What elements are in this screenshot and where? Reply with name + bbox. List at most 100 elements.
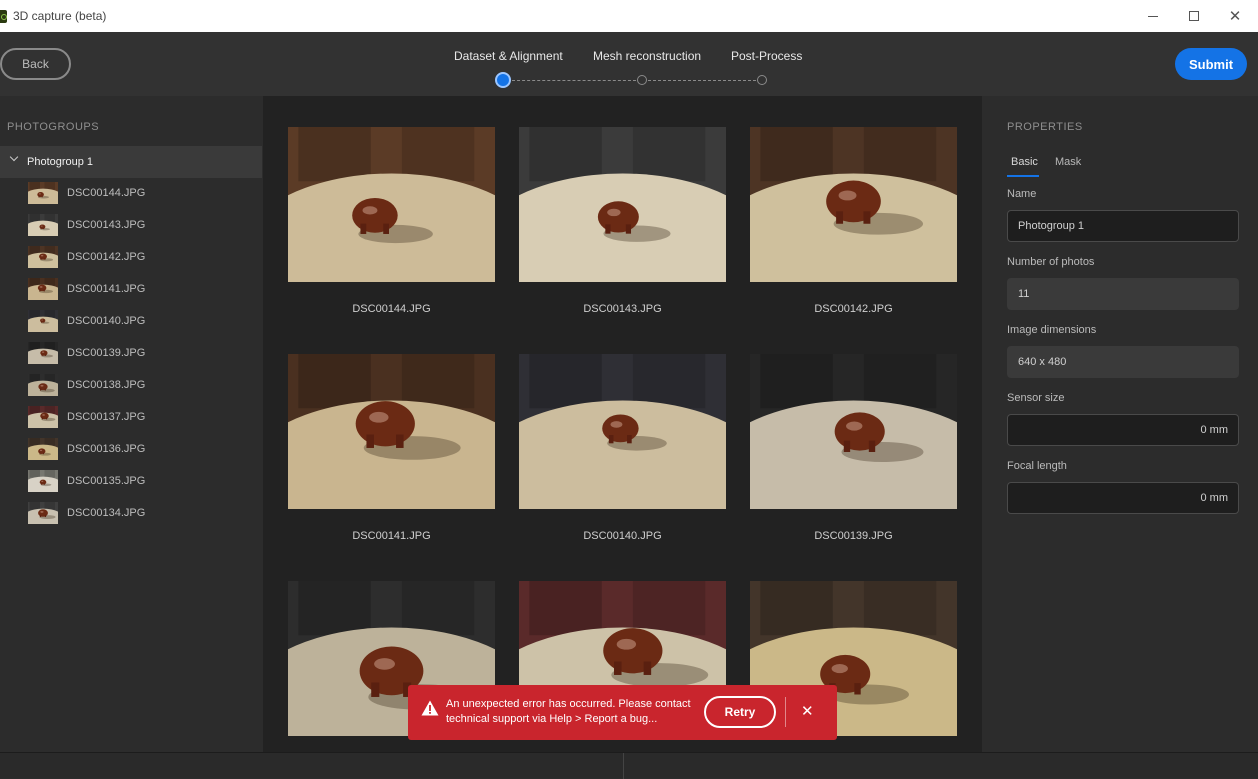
step-connector (512, 80, 636, 81)
photo-caption: DSC00140.JPG (583, 530, 662, 542)
maximize-icon (1189, 11, 1199, 21)
close-icon: ✕ (1228, 8, 1242, 25)
step-connector (648, 80, 756, 81)
photo-caption: DSC00144.JPG (352, 303, 431, 315)
file-name: DSC00138.JPG (67, 379, 146, 391)
photo-image (519, 354, 726, 509)
photo-image (288, 127, 495, 282)
file-list-item[interactable]: DSC00139.JPG (0, 338, 262, 370)
image-dimensions-label: Image dimensions (1007, 324, 1097, 336)
file-list-item[interactable]: DSC00136.JPG (0, 434, 262, 466)
photogroup-label: Photogroup 1 (27, 156, 94, 168)
file-name: DSC00143.JPG (67, 219, 146, 231)
wizard-header: Back Dataset & Alignment Mesh reconstruc… (0, 32, 1258, 96)
file-list-item[interactable]: DSC00138.JPG (0, 370, 262, 402)
file-list-item[interactable]: DSC00140.JPG (0, 306, 262, 338)
submit-button[interactable]: Submit (1175, 48, 1247, 80)
photo-caption: DSC00139.JPG (814, 530, 893, 542)
warning-icon (421, 700, 439, 716)
photogroup-row[interactable]: Photogroup 1 (0, 146, 262, 178)
maximize-button[interactable] (1171, 0, 1217, 32)
step-indicator (757, 75, 767, 85)
focal-length-field[interactable]: 0 mm (1007, 482, 1239, 514)
file-name: DSC00144.JPG (67, 187, 146, 199)
file-name: DSC00137.JPG (67, 411, 146, 423)
tab-mask[interactable]: Mask (1055, 156, 1081, 168)
step-mesh-reconstruction[interactable]: Mesh reconstruction (593, 49, 701, 63)
file-list-item[interactable]: DSC00135.JPG (0, 466, 262, 498)
file-list-item[interactable]: DSC00143.JPG (0, 210, 262, 242)
step-post-process[interactable]: Post-Process (731, 49, 802, 63)
sensor-size-field[interactable]: 0 mm (1007, 414, 1239, 446)
file-list-item[interactable]: DSC00134.JPG (0, 498, 262, 530)
name-field[interactable]: Photogroup 1 (1007, 210, 1239, 242)
photo-card[interactable]: DSC00142.JPG (750, 127, 957, 315)
step-indicator (637, 75, 647, 85)
window-title: 3D capture (beta) (13, 9, 107, 23)
step-dataset-alignment[interactable]: Dataset & Alignment (454, 49, 563, 63)
error-toast: An unexpected error has occurred. Please… (408, 685, 837, 740)
close-window-button[interactable]: ✕ (1212, 0, 1258, 32)
number-of-photos-label: Number of photos (1007, 256, 1095, 268)
photo-card[interactable]: DSC00144.JPG (288, 127, 495, 315)
image-dimensions-value: 640 x 480 (1007, 346, 1239, 378)
properties-panel: PROPERTIES Basic Mask Name Photogroup 1 … (983, 96, 1258, 752)
retry-button[interactable]: Retry (704, 696, 776, 728)
photogroups-heading: PHOTOGROUPS (7, 121, 100, 133)
photo-caption: DSC00142.JPG (814, 303, 893, 315)
step-indicator-active (495, 72, 511, 88)
file-name: DSC00136.JPG (67, 443, 146, 455)
file-name: DSC00134.JPG (67, 507, 146, 519)
photo-thumbnail (28, 342, 58, 364)
photo-thumbnail (28, 470, 58, 492)
photo-image (750, 354, 957, 509)
photo-thumbnail (28, 310, 58, 332)
photo-card[interactable]: DSC00143.JPG (519, 127, 726, 315)
file-name: DSC00135.JPG (67, 475, 146, 487)
minimize-button[interactable] (1130, 0, 1176, 32)
file-name: DSC00141.JPG (67, 283, 146, 295)
chevron-down-icon[interactable] (10, 154, 18, 162)
photo-thumbnail (28, 438, 58, 460)
photo-thumbnail (28, 374, 58, 396)
file-list-item[interactable]: DSC00137.JPG (0, 402, 262, 434)
back-button[interactable]: Back (0, 48, 71, 80)
photo-image (288, 354, 495, 509)
status-divider (623, 753, 624, 779)
photo-grid: DSC00144.JPG DSC00143.JPG DSC00142.JPG D… (263, 96, 982, 752)
photo-card[interactable]: DSC00139.JPG (750, 354, 957, 542)
properties-heading: PROPERTIES (1007, 121, 1083, 133)
error-message: An unexpected error has occurred. Please… (446, 698, 691, 725)
photo-thumbnail (28, 214, 58, 236)
photo-thumbnail (28, 278, 58, 300)
active-tab-indicator (1007, 175, 1039, 177)
file-list-item[interactable]: DSC00144.JPG (0, 178, 262, 210)
close-toast-icon[interactable]: ✕ (801, 702, 814, 720)
photo-card[interactable]: DSC00141.JPG (288, 354, 495, 542)
photo-thumbnail (28, 502, 58, 524)
minimize-icon (1148, 15, 1158, 17)
file-name: DSC00142.JPG (67, 251, 146, 263)
photo-thumbnail (28, 182, 58, 204)
photogroups-panel: PHOTOGROUPS Photogroup 1 DSC00144.JPG DS… (0, 96, 262, 752)
name-label: Name (1007, 188, 1037, 200)
number-of-photos-value: 11 (1007, 278, 1239, 310)
file-list-item[interactable]: DSC00142.JPG (0, 242, 262, 274)
photo-thumbnail (28, 406, 58, 428)
toast-divider (785, 697, 786, 727)
file-name: DSC00139.JPG (67, 347, 146, 359)
photo-image (750, 127, 957, 282)
photo-card[interactable]: DSC00140.JPG (519, 354, 726, 542)
photo-image (519, 127, 726, 282)
title-bar: 3D capture (beta) ✕ (0, 0, 1258, 32)
file-name: DSC00140.JPG (67, 315, 146, 327)
photo-caption: DSC00143.JPG (583, 303, 662, 315)
file-list-item[interactable]: DSC00141.JPG (0, 274, 262, 306)
status-bar (0, 752, 1258, 779)
sensor-size-label: Sensor size (1007, 392, 1065, 404)
focal-length-label: Focal length (1007, 460, 1067, 472)
app-icon (0, 10, 7, 23)
tab-basic[interactable]: Basic (1011, 156, 1038, 168)
photo-thumbnail (28, 246, 58, 268)
photo-caption: DSC00141.JPG (352, 530, 431, 542)
